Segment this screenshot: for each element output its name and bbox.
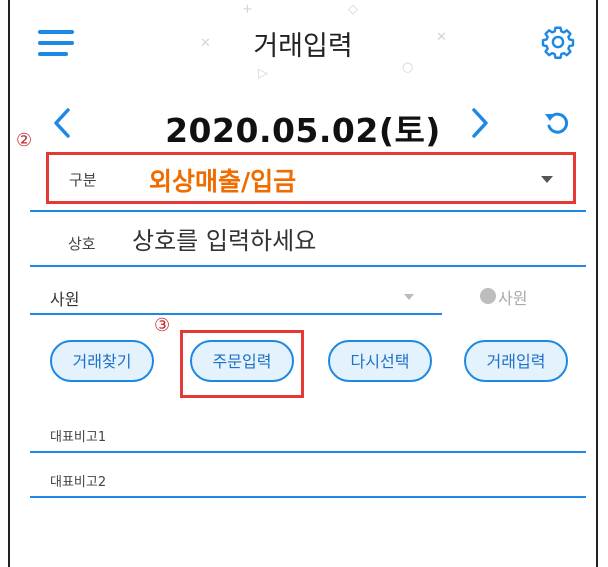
annotation-marker-3: ③ (154, 315, 171, 336)
sawon-radio-label: 사원 (498, 289, 528, 308)
dropdown-caret-icon (541, 176, 553, 183)
remark2-input[interactable] (120, 465, 580, 493)
decorative-triangle-icon: ▷ (258, 66, 268, 81)
gear-icon[interactable] (540, 24, 576, 60)
gubun-value: 외상매출/입금 (149, 167, 297, 196)
chevron-right-icon[interactable] (468, 106, 492, 140)
remark1-input[interactable] (120, 420, 580, 448)
decorative-plus-icon: + (242, 2, 253, 17)
decorative-diamond-icon: ◇ (348, 2, 358, 17)
date-navigation: 2020.05.02(토) (10, 96, 596, 152)
app-screen: + ✕ ◇ ✕ ○ ▷ 거래입력 2020.05.02(토) ② 구분 외상매출… (8, 0, 598, 567)
gubun-label: 구분 (69, 171, 97, 189)
find-transaction-button[interactable]: 거래찾기 (50, 340, 154, 382)
remark2-underline (30, 496, 586, 498)
sawon-select[interactable]: 사원 (50, 286, 79, 310)
remark2-label: 대표비고2 (50, 475, 107, 490)
reselect-button[interactable]: 다시선택 (328, 340, 432, 382)
app-header: + ✕ ◇ ✕ ○ ▷ 거래입력 (10, 0, 596, 88)
gubun-underline (30, 210, 586, 212)
remark1-underline (30, 451, 586, 453)
annotation-marker-2: ② (16, 130, 33, 151)
gubun-select[interactable]: 구분 외상매출/입금 (46, 152, 576, 204)
remark1-label: 대표비고1 (50, 430, 107, 445)
transaction-input-button[interactable]: 거래입력 (464, 340, 568, 382)
undo-icon[interactable] (542, 108, 572, 138)
sangho-input[interactable] (132, 220, 572, 262)
sawon-underline (30, 313, 442, 315)
page-title: 거래입력 (253, 31, 353, 62)
order-input-button[interactable]: 주문입력 (190, 340, 294, 382)
current-date[interactable]: 2020.05.02(토) (10, 104, 596, 152)
sangho-underline (30, 265, 586, 267)
dropdown-caret-icon[interactable] (404, 294, 414, 300)
sawon-radio[interactable]: 사원 (480, 285, 560, 309)
sangho-label: 상호 (68, 235, 96, 253)
radio-dot-icon (480, 288, 496, 304)
